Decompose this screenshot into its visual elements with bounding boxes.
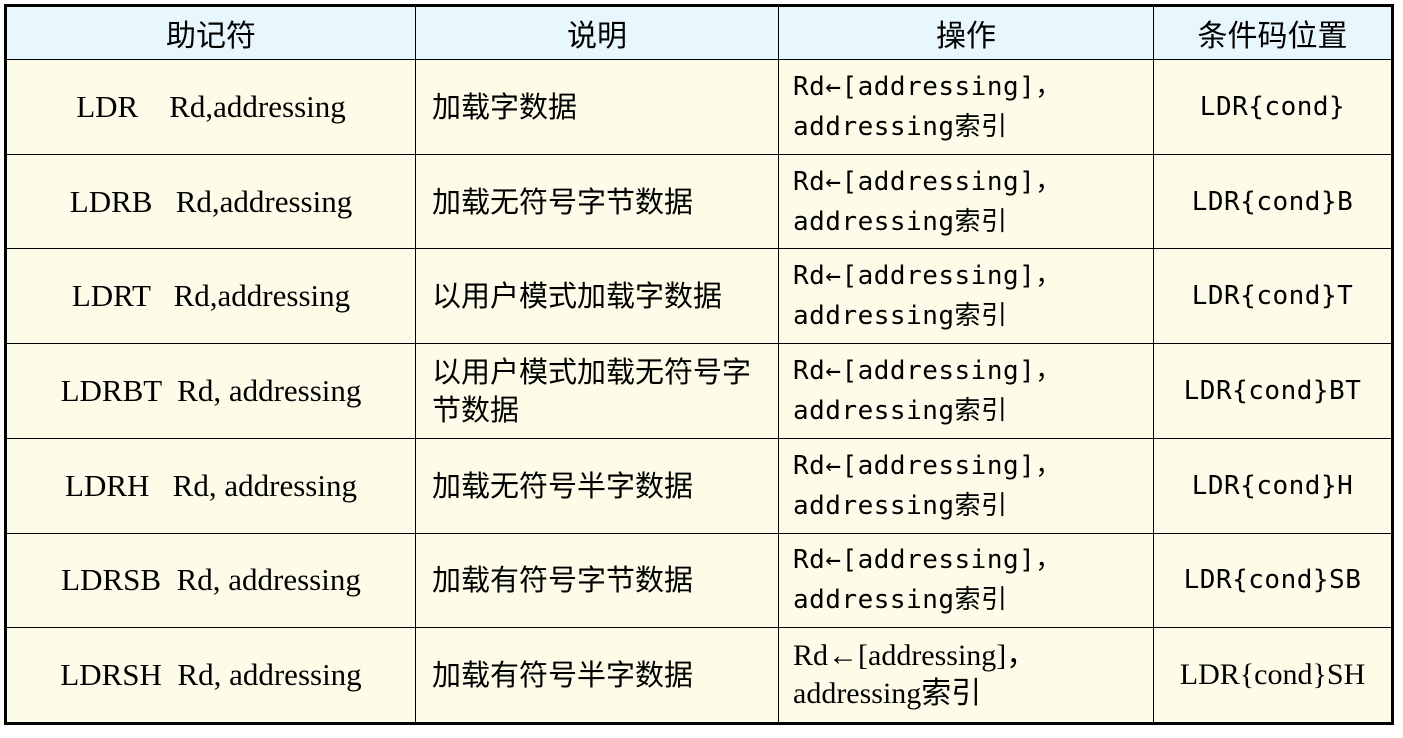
header-row: 助记符 说明 操作 条件码位置 — [5, 5, 1393, 60]
table-row: LDRSB Rd, addressing 加载有符号字节数据 Rd←[addre… — [5, 532, 1393, 629]
description-cell: 加载无符号字节数据 — [415, 153, 779, 250]
operation-line: Rd←[addressing]， — [793, 450, 1062, 481]
condition-cell: LDR{cond}SB — [1153, 532, 1393, 629]
header-mnemonic: 助记符 — [5, 5, 416, 60]
operation-cell: Rd←[addressing]， addressing索引 — [778, 343, 1154, 439]
table-row: LDR Rd,addressing 加载字数据 Rd←[addressing]，… — [5, 59, 1393, 155]
condition-cell: LDR{cond}BT — [1153, 343, 1393, 439]
operation-line: addressing索引 — [793, 395, 1008, 426]
operation-line: Rd←[addressing]， — [793, 639, 1037, 673]
operation-line: Rd←[addressing]， — [793, 545, 1062, 576]
operation-line: addressing索引 — [793, 301, 1008, 332]
condition-cell: LDR{cond}SH — [1153, 627, 1393, 724]
mnemonic-cell: LDR Rd,addressing — [5, 59, 416, 155]
operation-line: addressing索引 — [793, 490, 1008, 521]
description-cell: 加载无符号半字数据 — [415, 437, 779, 534]
header-description: 说明 — [415, 5, 779, 60]
operation-line: Rd←[addressing]， — [793, 261, 1062, 292]
operation-line: Rd←[addressing]， — [793, 71, 1062, 102]
table-row: LDRH Rd, addressing 加载无符号半字数据 Rd←[addres… — [5, 437, 1393, 534]
description-cell: 加载有符号半字数据 — [415, 627, 779, 724]
operation-cell: Rd←[addressing]， addressing索引 — [778, 437, 1154, 534]
operation-line: Rd←[addressing]， — [793, 355, 1062, 386]
load-instructions-table: 助记符 说明 操作 条件码位置 LDR Rd,addressing 加载字数据 … — [4, 4, 1394, 725]
description-cell: 以用户模式加载字数据 — [415, 248, 779, 345]
mnemonic-cell: LDRT Rd,addressing — [5, 248, 416, 345]
mnemonic-cell: LDRBT Rd, addressing — [5, 343, 416, 439]
operation-line: addressing索引 — [793, 111, 1008, 142]
operation-cell: Rd←[addressing]， addressing索引 — [778, 59, 1154, 155]
condition-cell: LDR{cond}B — [1153, 153, 1393, 250]
table-row: LDRB Rd,addressing 加载无符号字节数据 Rd←[address… — [5, 153, 1393, 250]
table-row: LDRT Rd,addressing 以用户模式加载字数据 Rd←[addres… — [5, 248, 1393, 345]
mnemonic-cell: LDRB Rd,addressing — [5, 153, 416, 250]
table-row: LDRBT Rd, addressing 以用户模式加载无符号字节数据 Rd←[… — [5, 343, 1393, 439]
operation-cell: Rd←[addressing]， addressing索引 — [778, 627, 1154, 724]
operation-line: addressing索引 — [793, 585, 1008, 616]
operation-cell: Rd←[addressing]， addressing索引 — [778, 153, 1154, 250]
operation-line: addressing索引 — [793, 677, 982, 711]
mnemonic-cell: LDRSH Rd, addressing — [5, 627, 416, 724]
mnemonic-cell: LDRSB Rd, addressing — [5, 532, 416, 629]
operation-cell: Rd←[addressing]， addressing索引 — [778, 532, 1154, 629]
table-row: LDRSH Rd, addressing 加载有符号半字数据 Rd←[addre… — [5, 627, 1393, 724]
operation-line: addressing索引 — [793, 206, 1008, 237]
description-cell: 加载字数据 — [415, 59, 779, 155]
operation-line: Rd←[addressing]， — [793, 166, 1062, 197]
condition-cell: LDR{cond} — [1153, 59, 1393, 155]
description-cell: 以用户模式加载无符号字节数据 — [415, 343, 779, 439]
header-condition-position: 条件码位置 — [1153, 5, 1393, 60]
condition-cell: LDR{cond}T — [1153, 248, 1393, 345]
condition-cell: LDR{cond}H — [1153, 437, 1393, 534]
mnemonic-cell: LDRH Rd, addressing — [5, 437, 416, 534]
description-cell: 加载有符号字节数据 — [415, 532, 779, 629]
header-operation: 操作 — [778, 5, 1154, 60]
operation-cell: Rd←[addressing]， addressing索引 — [778, 248, 1154, 345]
